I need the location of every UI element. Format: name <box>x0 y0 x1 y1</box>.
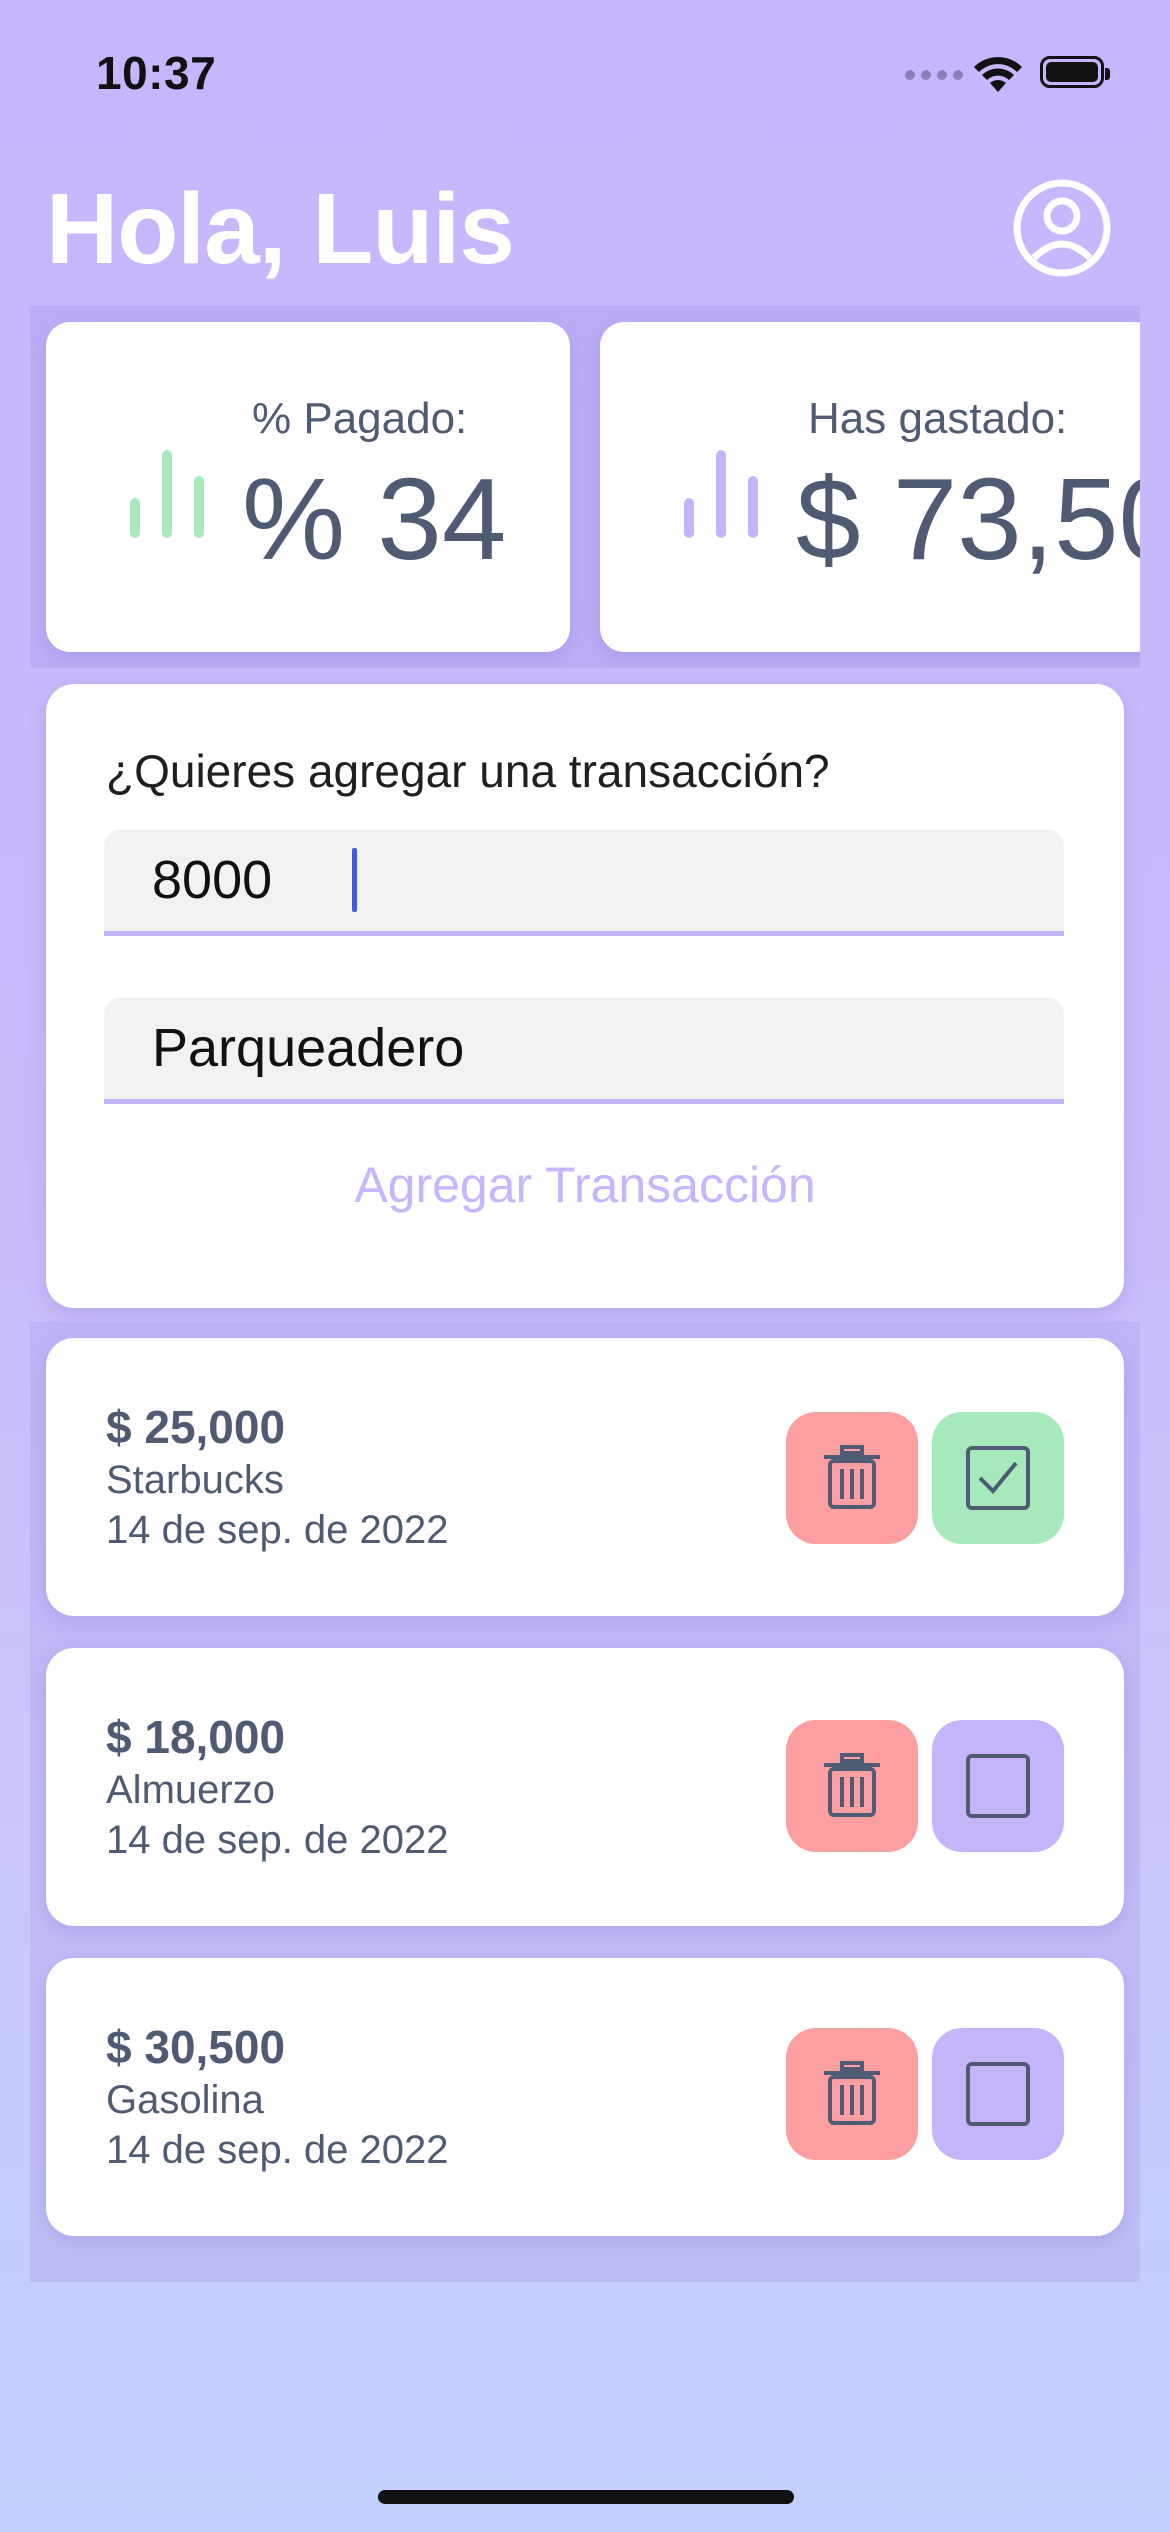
transaction-card: $ 25,000 Starbucks 14 de sep. de 2022 <box>46 1338 1124 1616</box>
transactions-list: $ 25,000 Starbucks 14 de sep. de 2022 $ … <box>30 1322 1140 2282</box>
status-bar: 10:37 <box>0 0 1170 150</box>
transaction-date: 14 de sep. de 2022 <box>106 1818 449 1862</box>
trash-icon <box>824 2061 880 2125</box>
transaction-name: Gasolina <box>106 2078 264 2122</box>
checked-checkbox-icon <box>966 1446 1030 1510</box>
bar-chart-icon <box>130 450 204 538</box>
transaction-amount: $ 30,500 <box>106 2021 286 2073</box>
bar-chart-icon <box>684 450 758 538</box>
description-field[interactable] <box>152 998 1012 1098</box>
spent-amount-value: $ 73,500 <box>796 454 1140 584</box>
battery-icon <box>1040 56 1110 88</box>
trash-icon <box>824 1445 880 1509</box>
delete-button[interactable] <box>786 1720 918 1852</box>
transaction-amount: $ 25,000 <box>106 1401 286 1453</box>
profile-icon[interactable] <box>1012 178 1112 278</box>
transaction-date: 14 de sep. de 2022 <box>106 2128 449 2172</box>
home-indicator[interactable] <box>378 2490 794 2504</box>
empty-checkbox-icon <box>966 1754 1030 1818</box>
description-field-container[interactable] <box>104 998 1064 1104</box>
toggle-paid-button[interactable] <box>932 1412 1064 1544</box>
form-title: ¿Quieres agregar una transacción? <box>106 745 830 797</box>
trash-icon <box>824 1753 880 1817</box>
toggle-paid-button[interactable] <box>932 1720 1064 1852</box>
cellular-signal-icon <box>905 70 963 80</box>
add-transaction-button[interactable]: Agregar Transacción <box>46 1156 1124 1214</box>
paid-percentage-label: % Pagado: <box>252 394 468 443</box>
transaction-date: 14 de sep. de 2022 <box>106 1508 449 1552</box>
stats-carousel[interactable]: % Pagado: % 34 Has gastado: $ 73,500 <box>30 306 1140 668</box>
amount-field[interactable] <box>152 830 1012 930</box>
empty-checkbox-icon <box>966 2062 1030 2126</box>
transaction-card: $ 30,500 Gasolina 14 de sep. de 2022 <box>46 1958 1124 2236</box>
delete-button[interactable] <box>786 1412 918 1544</box>
text-caret <box>352 848 357 912</box>
toggle-paid-button[interactable] <box>932 2028 1064 2160</box>
transaction-amount: $ 18,000 <box>106 1711 286 1763</box>
transaction-name: Almuerzo <box>106 1768 275 1812</box>
transaction-name: Starbucks <box>106 1458 284 1502</box>
delete-button[interactable] <box>786 2028 918 2160</box>
spent-amount-label: Has gastado: <box>808 394 1068 443</box>
paid-percentage-card: % Pagado: % 34 <box>46 322 570 652</box>
status-time: 10:37 <box>96 47 217 99</box>
transaction-card: $ 18,000 Almuerzo 14 de sep. de 2022 <box>46 1648 1124 1926</box>
greeting-title: Hola, Luis <box>46 173 515 285</box>
amount-field-container[interactable] <box>104 830 1064 936</box>
spent-amount-card: Has gastado: $ 73,500 <box>600 322 1140 652</box>
add-transaction-form: ¿Quieres agregar una transacción? Agrega… <box>46 684 1124 1308</box>
paid-percentage-value: % 34 <box>242 454 507 584</box>
wifi-icon <box>974 57 1022 92</box>
